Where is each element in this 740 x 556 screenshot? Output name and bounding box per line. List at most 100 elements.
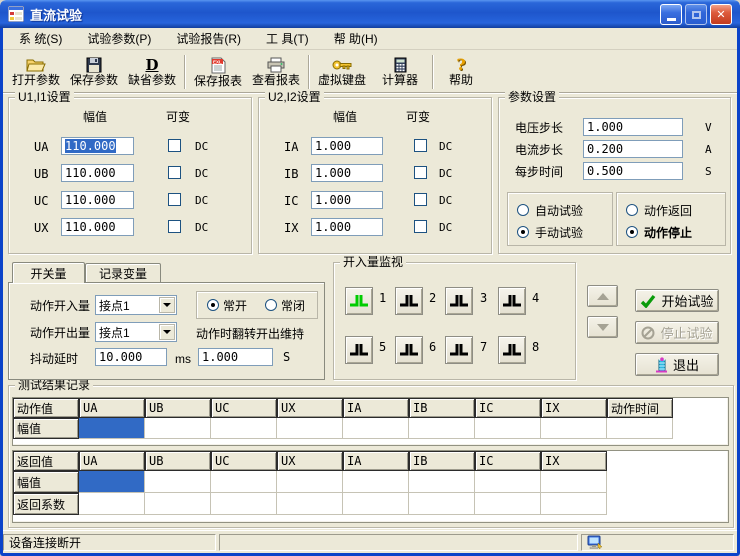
table-cell[interactable]	[541, 418, 607, 439]
contact-button-6[interactable]	[395, 336, 423, 364]
tab-switch-quantity[interactable]: 开关量	[12, 262, 85, 283]
step-down-button[interactable]	[587, 316, 618, 338]
contact-button-2[interactable]	[395, 287, 423, 315]
ix-amplitude-field[interactable]	[311, 218, 383, 236]
table-cell[interactable]	[211, 418, 277, 439]
table-cell[interactable]	[409, 493, 475, 515]
combo-dropdown-button[interactable]	[159, 297, 175, 313]
ib-amplitude-field[interactable]	[311, 164, 383, 182]
menu-test-params[interactable]: 试验参数(P)	[78, 27, 160, 50]
manual-test-radio[interactable]	[517, 226, 529, 238]
table-cell[interactable]	[607, 418, 673, 439]
action-stop-radio[interactable]	[626, 226, 638, 238]
table-cell[interactable]	[145, 471, 211, 493]
titlebar[interactable]: 直流试验 ✕	[0, 0, 740, 28]
ux-amplitude-field[interactable]	[61, 218, 134, 236]
maximize-button[interactable]	[685, 4, 707, 25]
table-cell[interactable]	[145, 418, 211, 439]
input-monitor-title: 开入量监视	[340, 255, 406, 269]
action-input-combo[interactable]: 接点1	[95, 295, 177, 315]
table-cell[interactable]	[277, 471, 343, 493]
ix-dc-checkbox[interactable]	[414, 220, 427, 233]
menu-test-report[interactable]: 试验报告(R)	[167, 27, 250, 50]
ic-dc-checkbox[interactable]	[414, 193, 427, 206]
ub-amplitude-field[interactable]	[61, 164, 134, 182]
table-cell[interactable]	[343, 493, 409, 515]
table-cell[interactable]	[79, 493, 145, 515]
save-report-button[interactable]: EXL 保存报表	[189, 53, 247, 91]
uc-dc-checkbox[interactable]	[168, 193, 181, 206]
ic-amplitude-field[interactable]	[311, 191, 383, 209]
table-cell-selected[interactable]	[79, 471, 145, 493]
contact-icon	[502, 293, 522, 309]
calculator-icon	[394, 57, 407, 73]
table-cell[interactable]	[541, 493, 607, 515]
table-cell[interactable]	[277, 418, 343, 439]
table-cell-selected[interactable]	[79, 418, 145, 439]
ia-dc-checkbox[interactable]	[414, 139, 427, 152]
exit-button[interactable]: 退出	[635, 353, 719, 376]
ua-dc-checkbox[interactable]	[168, 139, 181, 152]
table-cell[interactable]	[343, 471, 409, 493]
virtual-keyboard-button[interactable]: 虚拟键盘	[313, 53, 371, 91]
table-cell[interactable]	[475, 493, 541, 515]
ib-dc-checkbox[interactable]	[414, 166, 427, 179]
ua-amplitude-field[interactable]: 110.000	[61, 137, 134, 155]
contact-button-7[interactable]	[445, 336, 473, 364]
step-time-field[interactable]	[583, 162, 683, 180]
close-button[interactable]: ✕	[710, 4, 732, 25]
ux-dc-checkbox[interactable]	[168, 220, 181, 233]
table-cell[interactable]	[211, 493, 277, 515]
test-mode-box: 自动试验 手动试验	[507, 192, 613, 246]
toolbar-label: 虚拟键盘	[318, 74, 366, 86]
uc-amplitude-field[interactable]	[61, 191, 134, 209]
menu-help[interactable]: 帮 助(H)	[325, 27, 387, 50]
normally-closed-radio[interactable]	[265, 299, 277, 311]
ia-amplitude-field[interactable]	[311, 137, 383, 155]
stop-test-button[interactable]: 停止试验	[635, 321, 719, 344]
manual-test-label: 手动试验	[535, 226, 583, 240]
table-cell[interactable]	[145, 493, 211, 515]
tab-record-variable[interactable]: 记录变量	[85, 263, 161, 283]
action-return-radio[interactable]	[626, 204, 638, 216]
params-group-title: 参数设置	[505, 90, 559, 104]
tab-label: 开关量	[30, 265, 66, 282]
combo-dropdown-button[interactable]	[159, 324, 175, 340]
contact-button-1[interactable]	[345, 287, 373, 315]
start-test-button[interactable]: 开始试验	[635, 289, 719, 312]
table-cell[interactable]	[409, 418, 475, 439]
ib-dc-label: DC	[439, 167, 452, 181]
table-cell[interactable]	[475, 471, 541, 493]
step-up-button[interactable]	[587, 285, 618, 307]
minimize-button[interactable]	[660, 4, 682, 25]
table-cell[interactable]	[409, 471, 475, 493]
save-params-button[interactable]: 保存参数	[65, 53, 123, 91]
voltage-step-field[interactable]	[583, 118, 683, 136]
view-report-button[interactable]: 查看报表	[247, 53, 305, 91]
contact-button-4[interactable]	[498, 287, 526, 315]
contact-mode-box: 常开 常闭	[196, 291, 318, 319]
contact-button-5[interactable]	[345, 336, 373, 364]
help-button[interactable]: ? 帮助	[437, 53, 485, 91]
table-cell[interactable]	[541, 471, 607, 493]
default-params-button[interactable]: D 缺省参数	[123, 53, 181, 91]
app-window: 直流试验 ✕ 系 统(S) 试验参数(P) 试验报告(R) 工 具(T) 帮 助…	[0, 0, 740, 556]
current-step-field[interactable]	[583, 140, 683, 158]
menu-tools[interactable]: 工 具(T)	[257, 27, 318, 50]
calculator-button[interactable]: 计算器	[371, 53, 429, 91]
debounce-delay-field[interactable]	[95, 348, 167, 366]
open-params-button[interactable]: 打开参数	[7, 53, 65, 91]
normally-open-radio[interactable]	[207, 299, 219, 311]
contact-button-3[interactable]	[445, 287, 473, 315]
action-output-combo[interactable]: 接点1	[95, 322, 177, 342]
window-border-left	[0, 28, 3, 553]
table-cell[interactable]	[211, 471, 277, 493]
table-cell[interactable]	[277, 493, 343, 515]
auto-test-radio[interactable]	[517, 204, 529, 216]
contact-button-8[interactable]	[498, 336, 526, 364]
menu-system[interactable]: 系 统(S)	[10, 27, 71, 50]
ub-dc-checkbox[interactable]	[168, 166, 181, 179]
table-cell[interactable]	[343, 418, 409, 439]
table-cell[interactable]	[475, 418, 541, 439]
hold-time-field[interactable]	[198, 348, 273, 366]
